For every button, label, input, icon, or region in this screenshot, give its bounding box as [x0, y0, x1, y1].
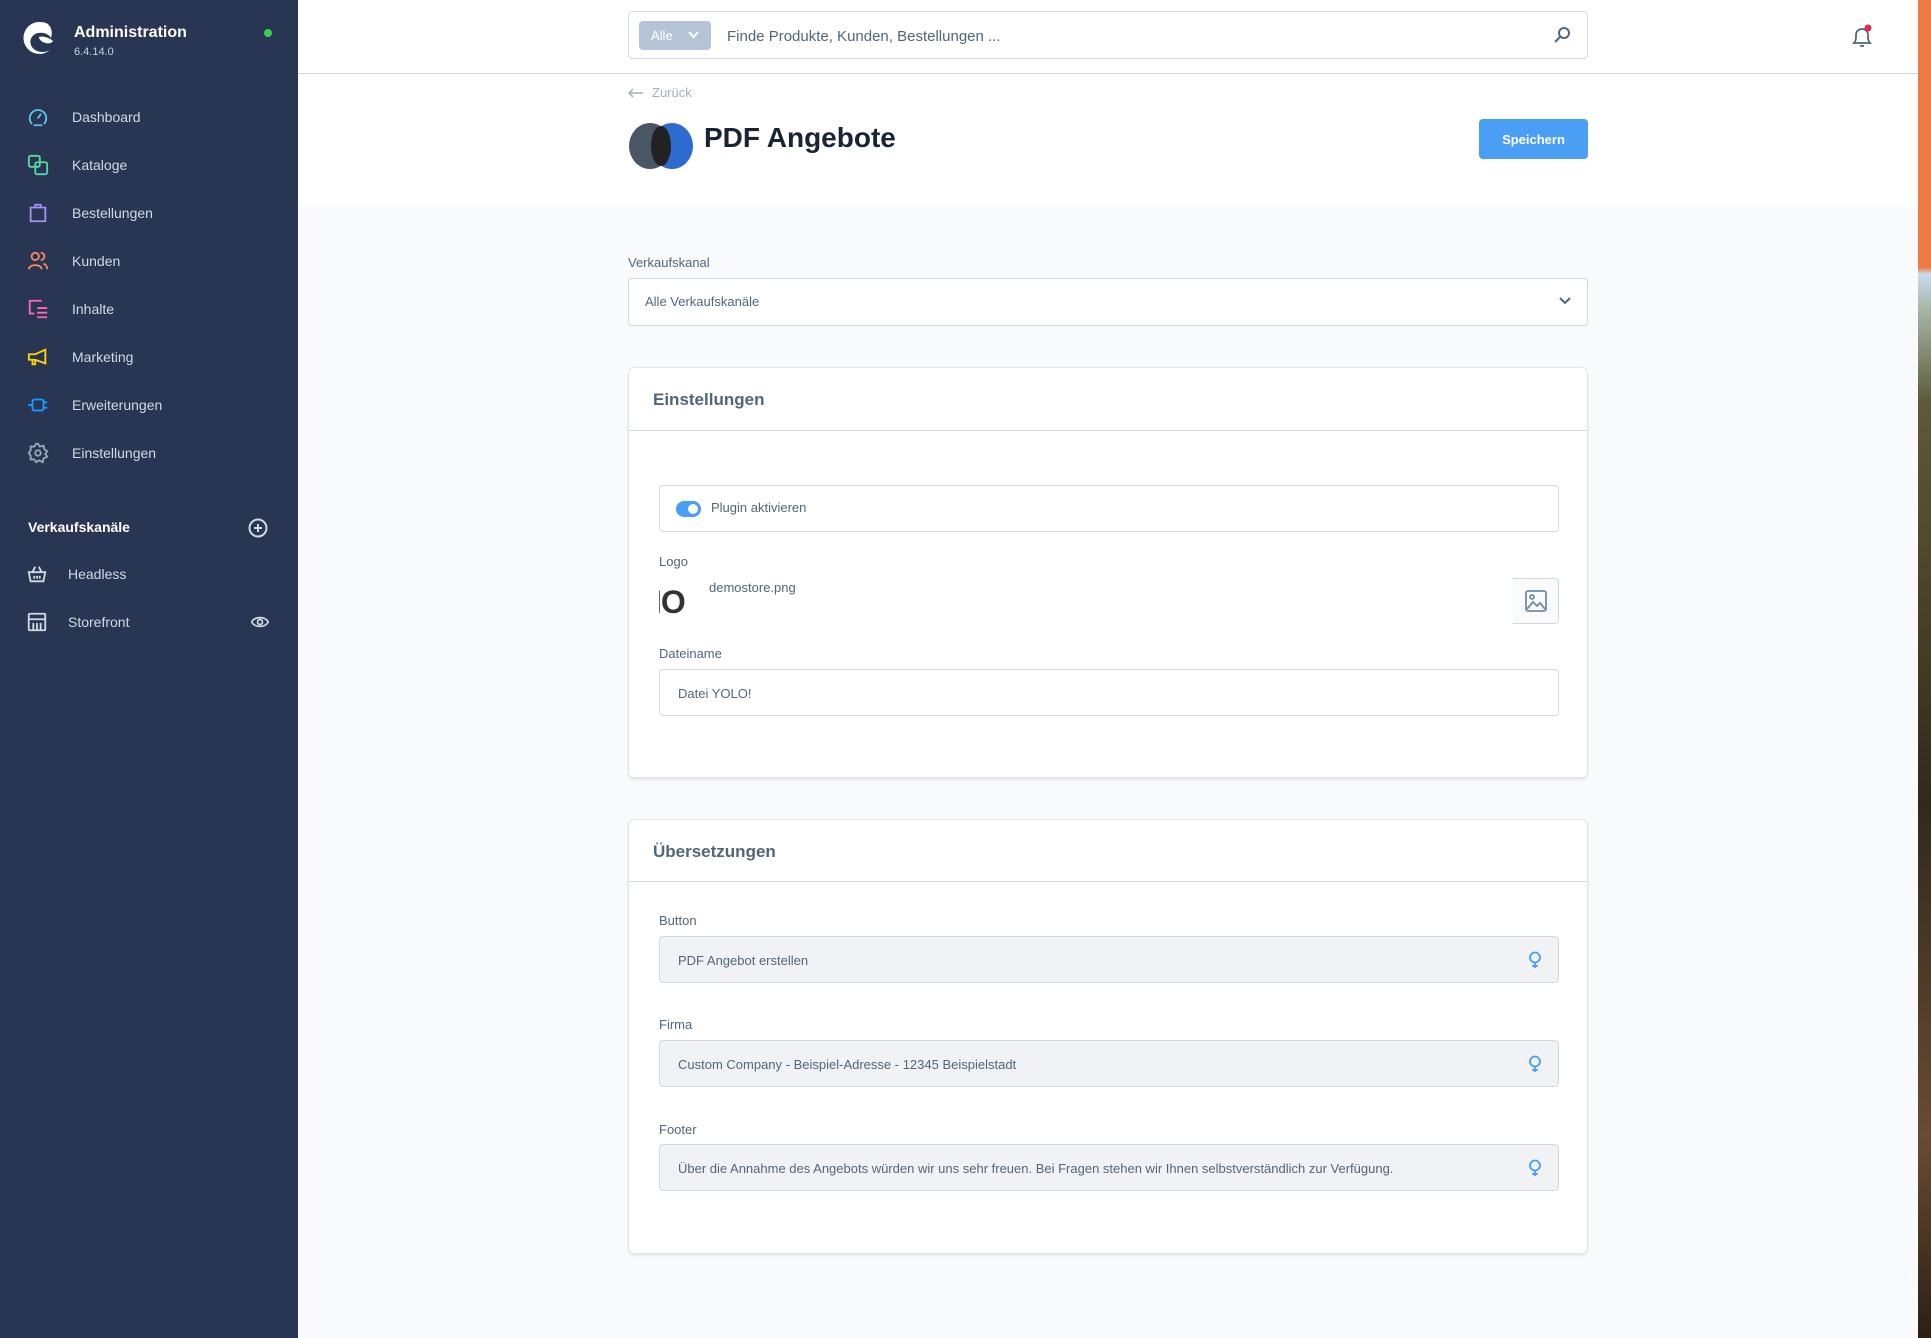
- logo-thumbnail: IO: [659, 580, 699, 624]
- app-title: Administration: [74, 24, 187, 41]
- plugin-activate-switch[interactable]: Plugin aktivieren: [659, 485, 1559, 532]
- search-type-dropdown[interactable]: Alle: [639, 21, 711, 50]
- catalog-icon: [26, 153, 50, 177]
- search-icon[interactable]: [1553, 26, 1571, 44]
- customers-icon: [26, 249, 50, 273]
- sidebar: Administration 6.4.14.0 Dashboard Katalo…: [0, 0, 298, 1338]
- translations-card: Übersetzungen Button Firma Footer: [628, 819, 1588, 1254]
- sidebar-item-bestellungen[interactable]: Bestellungen: [0, 193, 298, 233]
- basket-icon: [27, 566, 47, 583]
- file-name-input[interactable]: [676, 670, 1520, 717]
- logo-file-name: demostore.png: [709, 580, 796, 595]
- sidebar-item-label: Erweiterungen: [72, 397, 163, 413]
- arrow-left-icon: [628, 87, 643, 98]
- notification-bell-icon[interactable]: [1850, 24, 1874, 50]
- open-media-button[interactable]: [1513, 578, 1559, 624]
- search-input[interactable]: [725, 12, 1529, 60]
- company-field[interactable]: [659, 1040, 1559, 1088]
- translation-inheritance-icon[interactable]: [1528, 1055, 1542, 1073]
- sales-channels-heading: Verkaufskanäle: [28, 519, 130, 535]
- sales-channel-label: Headless: [68, 566, 127, 582]
- translation-inheritance-icon[interactable]: [1528, 1159, 1542, 1177]
- sidebar-item-dashboard[interactable]: Dashboard: [0, 97, 298, 137]
- card-title: Einstellungen: [653, 390, 765, 409]
- content-icon: [26, 297, 50, 321]
- sales-channel-label: Storefront: [68, 614, 130, 630]
- online-status-indicator: [264, 29, 272, 37]
- translation-inheritance-icon[interactable]: [1528, 951, 1542, 969]
- shopware-logo-icon[interactable]: [20, 20, 56, 56]
- page-title: PDF Angebote: [704, 122, 896, 153]
- dashboard-icon: [26, 105, 50, 129]
- toggle-switch[interactable]: [676, 501, 701, 517]
- logo-thumbnail-text: IO: [659, 584, 686, 620]
- search-type-label: Alle: [651, 28, 673, 43]
- add-sales-channel-icon[interactable]: [247, 517, 269, 539]
- global-search: Alle: [628, 11, 1588, 60]
- storefront-icon: [27, 612, 47, 632]
- orders-icon: [26, 201, 50, 225]
- plugin-logo-icon: [629, 123, 693, 169]
- sales-channel-select-value: Alle Verkaufskanäle: [645, 294, 760, 309]
- sidebar-item-label: Bestellungen: [72, 205, 153, 221]
- card-title: Übersetzungen: [653, 842, 776, 861]
- sidebar-item-kataloge[interactable]: Kataloge: [0, 145, 298, 185]
- sales-channel-select-label: Verkaufskanal: [628, 255, 710, 270]
- sales-channel-select[interactable]: Alle Verkaufskanäle: [628, 278, 1588, 326]
- chevron-down-icon: [1559, 297, 1571, 305]
- sidebar-item-marketing[interactable]: Marketing: [0, 337, 298, 377]
- sales-channel-headless[interactable]: Headless: [0, 554, 298, 594]
- settings-icon: [26, 441, 50, 465]
- sidebar-item-label: Dashboard: [72, 109, 141, 125]
- footer-field[interactable]: [659, 1144, 1559, 1192]
- image-icon: [1524, 590, 1547, 612]
- back-label: Zurück: [652, 85, 692, 100]
- admin-page: Administration 6.4.14.0 Dashboard Katalo…: [0, 0, 1918, 1338]
- card-divider: [629, 881, 1587, 882]
- sidebar-item-erweiterungen[interactable]: Erweiterungen: [0, 385, 298, 425]
- sidebar-item-label: Kataloge: [72, 157, 128, 173]
- switch-label: Plugin aktivieren: [711, 500, 807, 515]
- footer-label: Footer: [659, 1122, 697, 1137]
- button-label: Button: [659, 913, 697, 928]
- file-name-field[interactable]: [659, 669, 1559, 717]
- eye-icon[interactable]: [250, 612, 270, 632]
- footer-input[interactable]: [676, 1145, 1520, 1192]
- save-button[interactable]: Speichern: [1479, 119, 1588, 159]
- sales-channel-storefront[interactable]: Storefront: [0, 602, 298, 642]
- logo-label: Logo: [659, 554, 688, 569]
- sidebar-item-label: Einstellungen: [72, 445, 157, 461]
- company-label: Firma: [659, 1017, 693, 1032]
- sidebar-item-einstellungen[interactable]: Einstellungen: [0, 433, 298, 473]
- top-bar: Alle: [298, 0, 1918, 74]
- sidebar-item-kunden[interactable]: Kunden: [0, 241, 298, 281]
- sidebar-item-label: Kunden: [72, 253, 121, 269]
- extensions-icon: [26, 393, 50, 417]
- sidebar-item-inhalte[interactable]: Inhalte: [0, 289, 298, 329]
- settings-card: Einstellungen Plugin aktivieren Logo IO …: [628, 367, 1588, 778]
- button-text-field[interactable]: [659, 936, 1559, 984]
- sidebar-item-label: Inhalte: [72, 301, 115, 317]
- card-divider: [629, 430, 1587, 431]
- desktop-wallpaper-strip: [1918, 0, 1931, 1338]
- sidebar-item-label: Marketing: [72, 349, 134, 365]
- button-text-input[interactable]: [676, 937, 1520, 984]
- back-link[interactable]: Zurück: [628, 85, 692, 100]
- page-header: [298, 74, 1918, 207]
- brand: Administration 6.4.14.0: [20, 20, 290, 80]
- company-input[interactable]: [676, 1041, 1520, 1088]
- app-version: 6.4.14.0: [74, 46, 114, 58]
- chevron-down-icon: [688, 31, 699, 39]
- marketing-icon: [26, 345, 50, 369]
- file-name-label: Dateiname: [659, 646, 722, 661]
